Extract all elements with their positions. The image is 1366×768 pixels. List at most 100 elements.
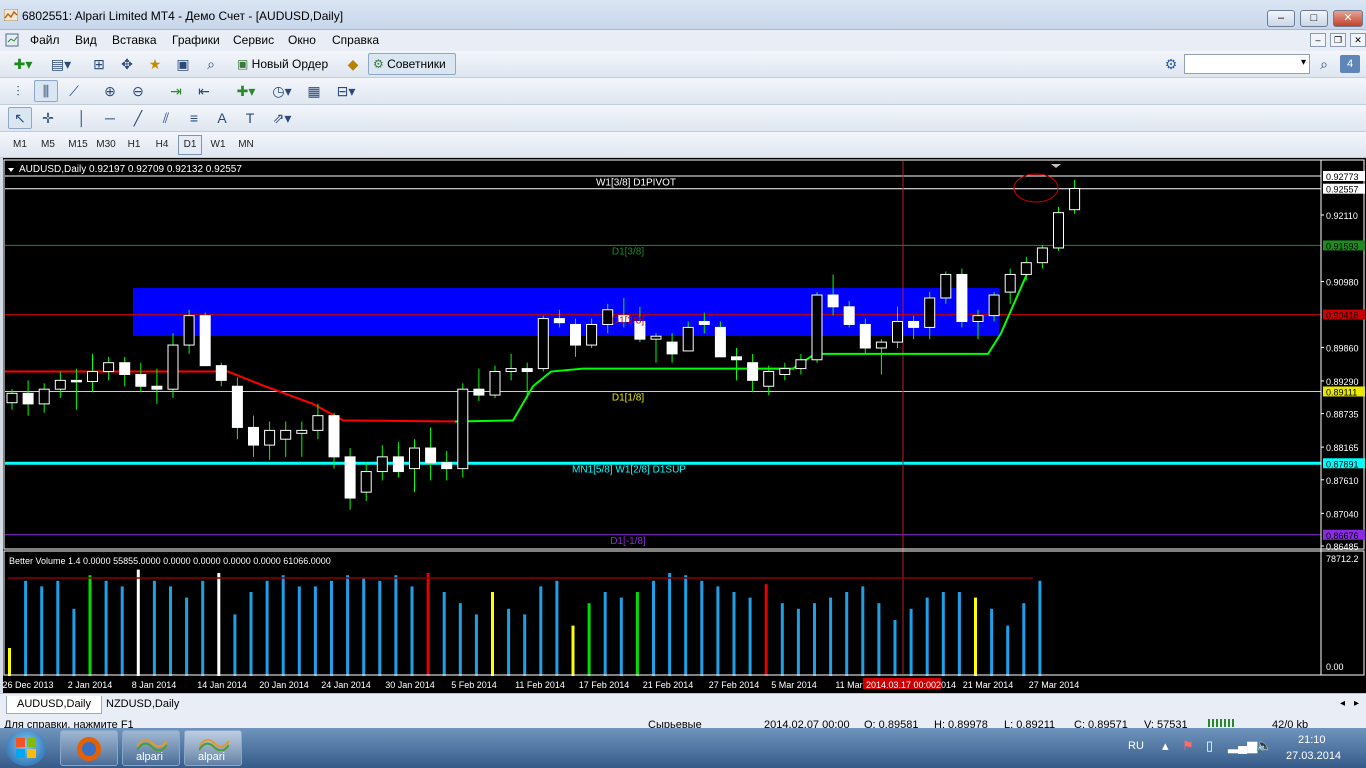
alpari-taskbar-button-2[interactable]: alpari <box>184 730 242 766</box>
chart-template-button[interactable]: ⊟▾ <box>330 80 362 102</box>
timeframe-m1[interactable]: M1 <box>8 135 32 155</box>
vertical-line-icon[interactable]: │ <box>70 107 94 129</box>
volume-bar <box>523 614 527 676</box>
arrows-button[interactable]: ⇗▾ <box>266 107 298 129</box>
candle-body <box>473 388 485 396</box>
candle-body <box>682 326 694 352</box>
zoom-out-icon[interactable]: ⊖ <box>126 80 150 102</box>
menu-charts[interactable]: Графики <box>172 33 220 47</box>
search-input[interactable]: ▾ <box>1184 54 1310 74</box>
candle-body <box>650 335 662 340</box>
strategy-tester-icon[interactable]: ⌕ <box>200 53 222 75</box>
timeframe-mn[interactable]: MN <box>234 135 258 155</box>
candle-body <box>1053 212 1064 249</box>
price-label-13: 0.87040 <box>1326 509 1359 519</box>
price-label-0: 0.92773 <box>1326 172 1359 182</box>
chart-window[interactable]: 0.92773 0.92557 0.92110 0.91593 0.90980 0.904… <box>3 158 1366 693</box>
search-icon[interactable]: ⌕ <box>1314 53 1334 75</box>
minimize-button[interactable]: – <box>1267 10 1295 27</box>
date-label-17: 27 Mar 2014 <box>1029 680 1080 690</box>
timeframe-d1[interactable]: D1 <box>178 135 202 155</box>
candle-body <box>1036 247 1048 264</box>
level-label-d1-18: D1[1/8] <box>612 392 644 403</box>
volume-bar <box>346 575 350 676</box>
volume-bar <box>1022 603 1026 676</box>
metaeditor-icon[interactable]: ◆ <box>342 53 364 75</box>
close-button[interactable]: ✕ <box>1333 10 1363 27</box>
menu-window[interactable]: Окно <box>288 33 316 47</box>
candle-body <box>747 362 759 381</box>
profiles-button[interactable]: ▤▾ <box>44 53 78 75</box>
trendline-icon[interactable]: ╱ <box>126 107 150 129</box>
start-button[interactable] <box>6 730 46 766</box>
notifications-icon[interactable]: 4 <box>1340 55 1360 73</box>
price-chart[interactable]: 0.92773 0.92557 0.92110 0.91593 0.90980 0.904… <box>3 158 1366 693</box>
mdi-restore-button[interactable]: ❐ <box>1330 33 1346 47</box>
timeframe-m5[interactable]: M5 <box>36 135 60 155</box>
language-indicator[interactable]: RU <box>1128 740 1144 752</box>
charts-toolbar: ⫶ ⫼ ⟋ ⊕ ⊖ ⇥ ⇤ ✚▾ ◷▾ ▦ ⊟▾ <box>0 78 1366 105</box>
new-chart-button[interactable]: ✚▾ <box>6 53 40 75</box>
mdi-close-button[interactable]: ✕ <box>1350 33 1366 47</box>
show-hidden-icons-icon[interactable]: ▴ <box>1162 738 1169 754</box>
timeframe-h1[interactable]: H1 <box>122 135 146 155</box>
tab-audusd-daily[interactable]: AUDUSD,Daily <box>6 696 102 714</box>
candle-body <box>570 323 581 346</box>
menu-tools[interactable]: Сервис <box>233 33 274 47</box>
zoom-in-icon[interactable]: ⊕ <box>98 80 122 102</box>
menu-help[interactable]: Справка <box>332 33 379 47</box>
timeframe-m30[interactable]: M30 <box>92 135 120 155</box>
experts-button[interactable]: ⚙ Советники <box>368 53 456 75</box>
crosshair-icon[interactable]: ✛ <box>36 107 60 129</box>
volume-bar <box>474 614 478 676</box>
bar-chart-icon[interactable]: ⫶ <box>6 80 30 102</box>
candle-body <box>248 426 259 446</box>
timeframe-m15[interactable]: M15 <box>64 135 92 155</box>
date-label-6: 30 Jan 2014 <box>385 680 435 690</box>
signal-icon[interactable]: ▂▄▆ <box>1228 738 1257 754</box>
tabs-scroll-right-icon[interactable]: ▸ <box>1354 698 1359 709</box>
market-watch-icon[interactable]: ⊞ <box>88 53 110 75</box>
candle-body <box>875 341 887 349</box>
templates-icon[interactable]: ▦ <box>302 80 326 102</box>
periods-button[interactable]: ◷▾ <box>266 80 298 102</box>
data-window-icon[interactable]: ✥ <box>116 53 138 75</box>
line-chart-icon[interactable]: ⟋ <box>62 80 86 102</box>
volume-icon[interactable]: 🔈 <box>1256 738 1272 754</box>
candle-body <box>312 415 324 431</box>
autoscroll-icon[interactable]: ⇥ <box>164 80 188 102</box>
candle-body <box>827 294 839 308</box>
horizontal-line-icon[interactable]: ─ <box>98 107 122 129</box>
volume-bar <box>72 608 76 676</box>
mdi-minimize-button[interactable]: – <box>1310 33 1326 47</box>
fibonacci-icon[interactable]: ≡ <box>182 107 206 129</box>
volume-bar <box>491 592 494 676</box>
text-icon[interactable]: A <box>210 107 234 129</box>
settings-icon[interactable]: ⚙ <box>1160 53 1182 75</box>
equidistant-channel-icon[interactable]: ⫽ <box>154 107 178 129</box>
candle-body <box>457 388 469 470</box>
doc-icon <box>5 33 19 47</box>
new-order-button[interactable]: ▣ Новый Ордер <box>232 53 338 75</box>
alpari-taskbar-button-1[interactable]: alpari <box>122 730 180 766</box>
volume-bar <box>40 586 44 676</box>
tab-nzdusd-daily[interactable]: NZDUSD,Daily <box>96 696 189 714</box>
navigator-icon[interactable]: ★ <box>144 53 166 75</box>
terminal-icon[interactable]: ▣ <box>172 53 194 75</box>
flag-icon[interactable]: ⚑ <box>1182 738 1194 754</box>
volume-scale-min: 0.00 <box>1326 662 1344 672</box>
menu-view[interactable]: Вид <box>75 33 97 47</box>
usb-icon[interactable]: ▯ <box>1206 738 1213 754</box>
timeframe-h4[interactable]: H4 <box>150 135 174 155</box>
candlestick-icon[interactable]: ⫼ <box>34 80 58 102</box>
tabs-scroll-left-icon[interactable]: ◂ <box>1340 698 1345 709</box>
maximize-button[interactable]: □ <box>1300 10 1328 27</box>
firefox-taskbar-button[interactable] <box>60 730 118 766</box>
cursor-icon[interactable]: ↖ <box>8 107 32 129</box>
timeframe-w1[interactable]: W1 <box>206 135 230 155</box>
menu-insert[interactable]: Вставка <box>112 33 157 47</box>
indicators-button[interactable]: ✚▾ <box>230 80 262 102</box>
menu-file[interactable]: Файл <box>30 33 60 47</box>
chart-shift-icon[interactable]: ⇤ <box>192 80 216 102</box>
text-label-icon[interactable]: T <box>238 107 262 129</box>
